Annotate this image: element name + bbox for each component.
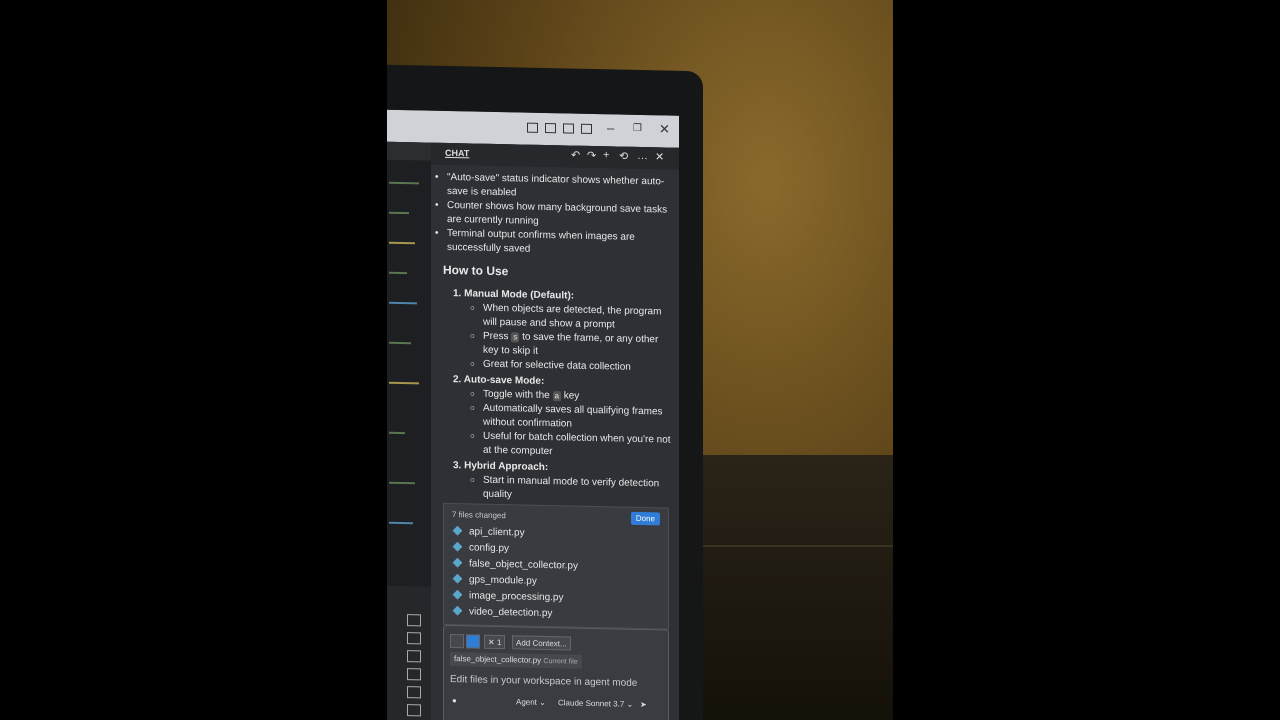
section-heading: How to Use — [443, 262, 509, 279]
letterbox-left — [0, 0, 387, 720]
restore-icon[interactable]: ❐ — [633, 123, 642, 134]
chat-tab[interactable]: CHAT — [445, 148, 469, 159]
python-file-icon — [452, 589, 463, 600]
chat-input-box: ✕ 1 Add Context... false_object_collecto… — [443, 624, 669, 720]
terminal-icon[interactable] — [407, 686, 421, 699]
done-button[interactable]: Done — [630, 511, 660, 526]
step-text: to save the frame, or any other key to s… — [483, 331, 659, 357]
current-file-name: false_object_collector.py — [454, 654, 542, 665]
code-line — [389, 271, 407, 275]
refresh-icon[interactable] — [466, 634, 480, 649]
code-line — [389, 211, 409, 215]
tools-count: 1 — [496, 637, 502, 648]
key-badge: s — [511, 332, 520, 343]
code-line — [389, 431, 405, 435]
assistant-message: "Auto-save" status indicator shows wheth… — [431, 165, 679, 508]
send-icon[interactable]: ➤ — [640, 700, 647, 709]
list-item: Useful for batch collection when you're … — [483, 430, 673, 462]
terminal-icon[interactable] — [407, 668, 421, 681]
code-line — [389, 381, 419, 385]
sidebar-right-icon[interactable] — [581, 123, 592, 134]
mode-select[interactable]: Agent ⌄ — [516, 697, 546, 707]
screen: – ❐ ✕ CHAT ↶ ↷ + ⟲ … ✕ • "Auto-save" sta… — [387, 109, 679, 720]
step-text: Toggle with the — [483, 388, 550, 402]
list-item: Press s to save the frame, or any other … — [483, 330, 673, 362]
code-line — [389, 521, 413, 525]
sidebar-left-icon[interactable] — [545, 123, 556, 134]
close-chat-icon[interactable]: ✕ — [655, 150, 664, 163]
terminal-icon[interactable] — [407, 704, 421, 717]
terminal-icon[interactable] — [407, 650, 421, 663]
changed-file[interactable]: config.py — [452, 541, 510, 555]
model-select[interactable]: Claude Sonnet 3.7 ⌄ — [558, 698, 633, 709]
photo-frame: – ❐ ✕ CHAT ↶ ↷ + ⟲ … ✕ • "Auto-save" sta… — [387, 0, 893, 720]
mic-icon[interactable]: ● — [452, 696, 457, 705]
terminal-list — [387, 585, 431, 720]
terminal-icon[interactable] — [407, 614, 421, 627]
editor-tabs — [387, 141, 431, 161]
step-title: 3. Hybrid Approach: — [453, 460, 549, 474]
changed-file[interactable]: gps_module.py — [452, 573, 537, 587]
desk-shadow — [697, 455, 893, 720]
step-text: Press — [483, 330, 509, 343]
model-label: Claude Sonnet 3.7 — [558, 698, 625, 709]
plus-icon[interactable]: + — [603, 149, 609, 161]
file-name: false_object_collector.py — [469, 558, 578, 572]
chat-input[interactable]: Edit files in your workspace in agent mo… — [450, 674, 637, 689]
list-item: Great for selective data collection — [483, 358, 673, 376]
panel-icon[interactable] — [563, 123, 574, 134]
mode-label: Agent — [516, 697, 537, 707]
add-context-button[interactable]: Add Context... — [512, 635, 571, 651]
file-name: api_client.py — [469, 526, 525, 539]
files-changed-count: 7 files changed — [452, 510, 506, 521]
minimize-icon[interactable]: – — [607, 120, 614, 135]
python-file-icon — [452, 573, 463, 584]
layout-icon[interactable] — [527, 122, 538, 133]
file-name: gps_module.py — [469, 574, 537, 587]
files-changed-panel: 7 files changed Done api_client.py confi… — [443, 502, 669, 630]
file-name: video_detection.py — [469, 606, 553, 620]
more-icon[interactable]: … — [637, 150, 648, 162]
terminal-icon[interactable] — [407, 632, 421, 645]
changed-file[interactable]: video_detection.py — [452, 605, 553, 620]
python-file-icon — [452, 605, 463, 616]
list-item: When objects are detected, the program w… — [483, 302, 673, 334]
python-file-icon — [452, 541, 463, 552]
python-file-icon — [452, 525, 463, 536]
code-line — [389, 301, 417, 305]
code-line — [389, 481, 415, 485]
monitor: – ❐ ✕ CHAT ↶ ↷ + ⟲ … ✕ • "Auto-save" sta… — [387, 64, 703, 720]
chat-panel: CHAT ↶ ↷ + ⟲ … ✕ "Auto-save" status indi… — [431, 142, 679, 720]
code-line — [389, 241, 415, 245]
desk-edge — [697, 545, 893, 547]
attach-icon[interactable] — [450, 634, 464, 649]
changed-file[interactable]: api_client.py — [452, 525, 525, 539]
list-item: Automatically saves all qualifying frame… — [483, 402, 673, 434]
step-text: key — [563, 390, 580, 402]
list-item: Terminal output confirms when images are… — [447, 227, 669, 260]
letterbox-right — [893, 0, 1280, 720]
step-title: 2. Auto-save Mode: — [453, 374, 545, 387]
history-icon[interactable]: ⟲ — [619, 150, 628, 163]
key-badge: a — [552, 391, 561, 402]
editor-pane — [387, 141, 431, 720]
file-name: config.py — [469, 542, 510, 555]
close-window-icon[interactable]: ✕ — [659, 121, 670, 137]
python-file-icon — [452, 557, 463, 568]
redo-icon[interactable]: ↷ — [587, 149, 596, 162]
current-file-tag: Current file — [543, 657, 578, 666]
tools-button[interactable]: ✕ 1 — [484, 634, 506, 650]
list-item: Start in manual mode to verify detection… — [483, 474, 673, 506]
code-line — [389, 341, 411, 345]
current-file-chip[interactable]: false_object_collector.py Current file — [450, 652, 582, 669]
changed-file[interactable]: false_object_collector.py — [452, 557, 578, 572]
undo-icon[interactable]: ↶ — [571, 149, 580, 162]
file-name: image_processing.py — [469, 590, 564, 604]
code-line — [389, 181, 419, 185]
changed-file[interactable]: image_processing.py — [452, 589, 564, 604]
